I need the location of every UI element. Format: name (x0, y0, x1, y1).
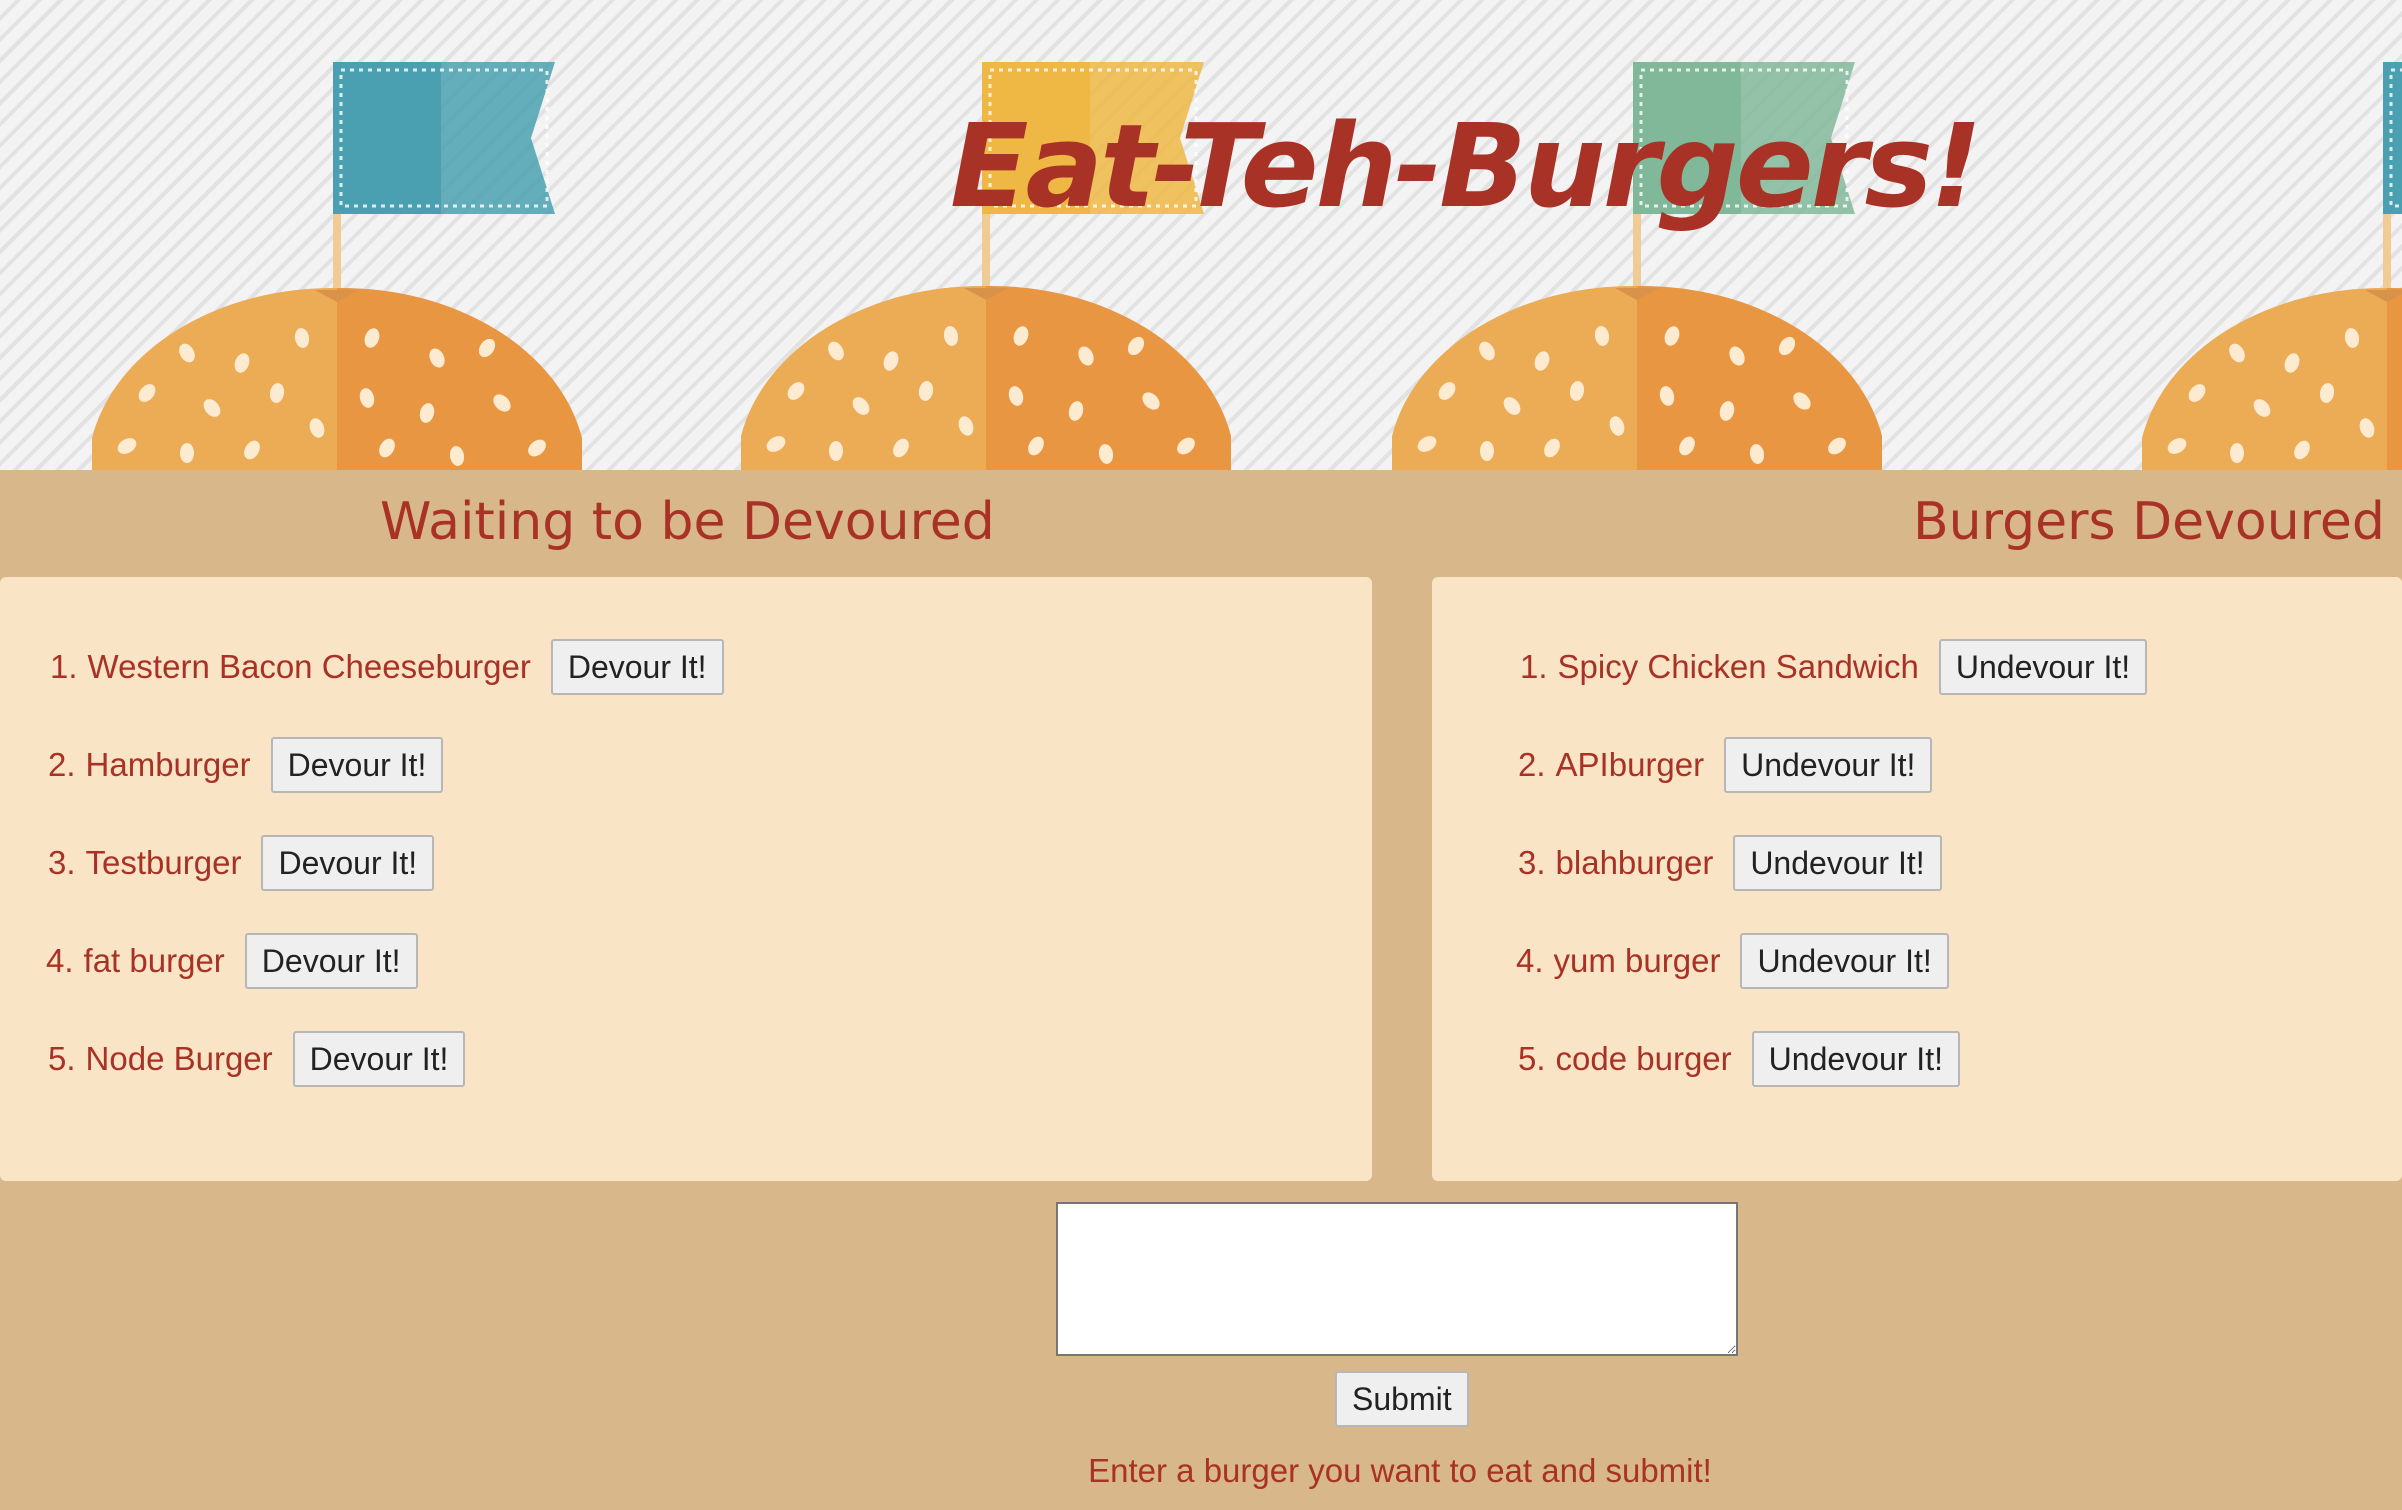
burger-name: Hamburger (85, 746, 251, 783)
burger-name: Western Bacon Cheeseburger (87, 648, 531, 685)
burger-name: yum burger (1553, 942, 1721, 979)
devour-button[interactable]: Devour It! (292, 1031, 466, 1087)
undevour-button[interactable]: Undevour It! (1733, 835, 1942, 891)
submit-button[interactable]: Submit (1335, 1371, 1469, 1427)
undevour-button[interactable]: Undevour It! (1724, 737, 1933, 793)
undevour-button[interactable]: Undevour It! (1938, 639, 2148, 695)
devoured-panel: 1. Spicy Chicken Sandwich Undevour It! 2… (1432, 577, 2402, 1181)
item-number: 4. (1516, 942, 1544, 979)
page-title: Eat-Teh-Burgers! (950, 100, 1982, 234)
burger-name: APIburger (1555, 746, 1705, 783)
devour-button[interactable]: Devour It! (550, 639, 724, 695)
list-item: 2. APIburger Undevour It! (1518, 736, 1933, 794)
list-item: 5. code burger Undevour It! (1518, 1030, 1960, 1088)
waiting-heading: Waiting to be Devoured (380, 492, 995, 552)
burger-input[interactable] (1056, 1202, 1738, 1356)
burger-name: Spicy Chicken Sandwich (1557, 648, 1919, 685)
undevour-button[interactable]: Undevour It! (1751, 1031, 1960, 1087)
burger-name: fat burger (83, 942, 225, 979)
burger-banner-illustration (92, 60, 2402, 470)
item-number: 4. (46, 942, 74, 979)
burger-name: blahburger (1555, 844, 1714, 881)
burger-name: Testburger (85, 844, 242, 881)
list-item: 5. Node Burger Devour It! (48, 1030, 466, 1088)
list-item: 4. yum burger Undevour It! (1516, 932, 1949, 990)
item-number: 1. (50, 648, 78, 685)
list-item: 3. blahburger Undevour It! (1518, 834, 1942, 892)
item-number: 2. (1518, 746, 1546, 783)
item-number: 3. (1518, 844, 1546, 881)
item-number: 3. (48, 844, 76, 881)
devour-button[interactable]: Devour It! (261, 835, 435, 891)
list-item: 1. Spicy Chicken Sandwich Undevour It! (1520, 638, 2148, 696)
hero-banner: Eat-Teh-Burgers! (0, 0, 2402, 470)
undevour-button[interactable]: Undevour It! (1740, 933, 1949, 989)
devoured-heading: Burgers Devoured (1913, 492, 2385, 552)
list-item: 4. fat burger Devour It! (46, 932, 418, 990)
waiting-panel: 1. Western Bacon Cheeseburger Devour It!… (0, 577, 1372, 1181)
list-item: 3. Testburger Devour It! (48, 834, 435, 892)
list-item: 2. Hamburger Devour It! (48, 736, 444, 794)
devour-button[interactable]: Devour It! (244, 933, 418, 989)
item-number: 1. (1520, 648, 1548, 685)
burger-name: code burger (1555, 1040, 1732, 1077)
list-item: 1. Western Bacon Cheeseburger Devour It! (50, 638, 724, 696)
item-number: 5. (48, 1040, 76, 1077)
form-hint: Enter a burger you want to eat and submi… (1088, 1452, 1712, 1489)
item-number: 2. (48, 746, 76, 783)
devour-button[interactable]: Devour It! (270, 737, 444, 793)
burger-name: Node Burger (85, 1040, 273, 1077)
item-number: 5. (1518, 1040, 1546, 1077)
